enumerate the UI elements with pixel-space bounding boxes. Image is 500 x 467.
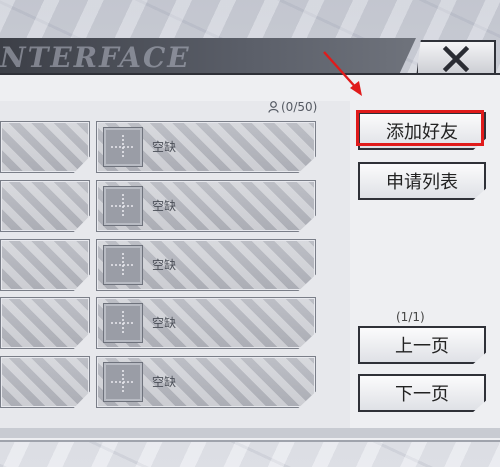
avatar-placeholder [103, 127, 143, 167]
friend-count-text: (0/50) [281, 100, 318, 114]
slot-label: 空缺 [152, 199, 177, 213]
add-friend-button[interactable]: 添加好友 [358, 112, 486, 150]
friend-slot[interactable]: 空缺 [96, 356, 316, 408]
slot-label: 空缺 [152, 258, 177, 272]
crosshair-icon [111, 135, 135, 159]
avatar-placeholder [103, 245, 143, 285]
close-icon [442, 45, 470, 73]
slot-label: 空缺 [152, 140, 177, 154]
crosshair-icon [111, 194, 135, 218]
friend-slot-left[interactable] [0, 356, 90, 408]
crosshair-icon [111, 370, 135, 394]
friend-slot[interactable]: 空缺 [96, 180, 316, 232]
page-indicator: (1/1) [396, 310, 425, 324]
friend-slot-left[interactable] [0, 239, 90, 291]
friend-count: (0/50) [268, 100, 317, 114]
next-page-button[interactable]: 下一页 [358, 374, 486, 412]
friend-slot-left[interactable] [0, 180, 90, 232]
annotation-arrow-icon [323, 51, 362, 96]
crosshair-icon [111, 253, 135, 277]
prev-page-button[interactable]: 上一页 [358, 326, 486, 364]
window-title: NTERFACE [0, 41, 191, 74]
friend-slot-left[interactable] [0, 121, 90, 173]
friend-slot[interactable]: 空缺 [96, 121, 316, 173]
friend-slot[interactable]: 空缺 [96, 297, 316, 349]
friend-slot-left[interactable] [0, 297, 90, 349]
avatar-placeholder [103, 362, 143, 402]
friend-slot[interactable]: 空缺 [96, 239, 316, 291]
avatar-placeholder [103, 186, 143, 226]
person-icon [268, 101, 279, 113]
request-list-button[interactable]: 申请列表 [358, 162, 486, 200]
panel-bottom-edge [0, 428, 500, 438]
slot-label: 空缺 [152, 316, 177, 330]
slot-label: 空缺 [152, 375, 177, 389]
crosshair-icon [111, 311, 135, 335]
avatar-placeholder [103, 303, 143, 343]
